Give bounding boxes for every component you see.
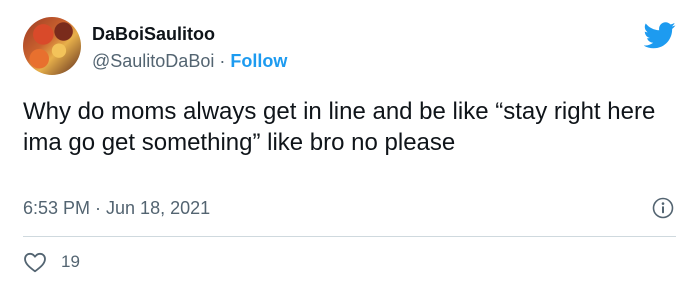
twitter-bird-icon[interactable]: [644, 22, 676, 49]
follow-button[interactable]: Follow: [230, 51, 287, 71]
user-handle[interactable]: @SaulitoDaBoi: [92, 51, 214, 71]
display-name[interactable]: DaBoiSaulitoo: [92, 24, 215, 45]
like-count: 19: [61, 252, 80, 271]
like-action[interactable]: 19: [23, 251, 80, 273]
tweet-timestamp[interactable]: 6:53 PM · Jun 18, 2021: [23, 198, 210, 219]
handle-row: @SaulitoDaBoi · Follow: [92, 51, 287, 72]
divider: [23, 236, 676, 237]
separator: ·: [219, 51, 226, 71]
info-icon[interactable]: [652, 197, 674, 219]
avatar[interactable]: [23, 17, 81, 75]
heart-icon[interactable]: [23, 251, 47, 273]
tweet-text: Why do moms always get in line and be li…: [23, 98, 656, 156]
